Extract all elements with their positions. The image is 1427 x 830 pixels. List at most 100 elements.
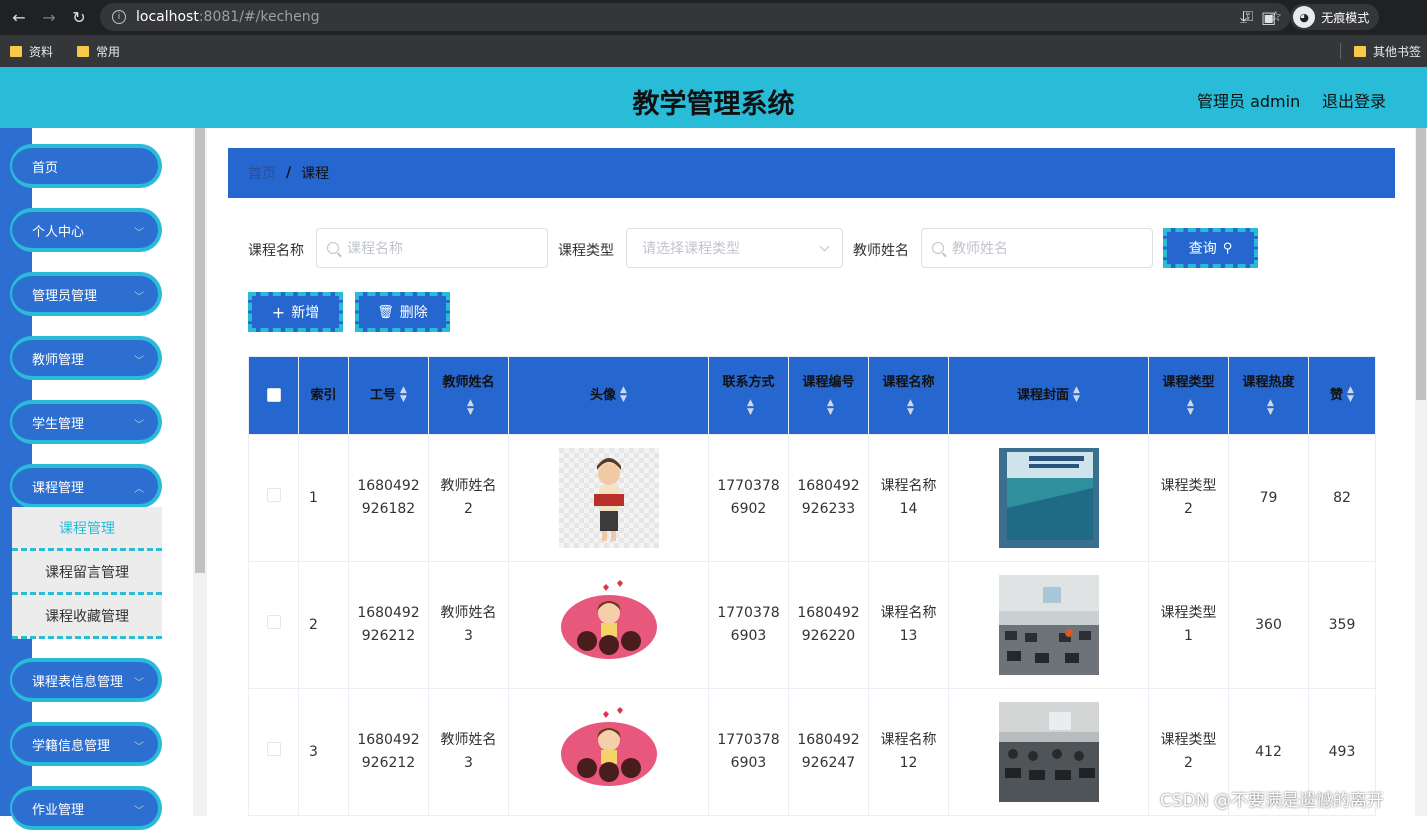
chevron-down-icon: ﹀: [134, 292, 144, 303]
sidebar-item-teachers[interactable]: 教师管理 ﹀: [10, 336, 162, 380]
sidebar-item-admins[interactable]: 管理员管理 ﹀: [10, 272, 162, 316]
query-button[interactable]: 查询 ⚲: [1163, 228, 1258, 268]
sidebar-item-schedule[interactable]: 课程表信息管理 ﹀: [10, 658, 162, 702]
url-path: :8081/#/kecheng: [198, 9, 320, 25]
incognito-icon: ◕: [1293, 6, 1316, 28]
sort-icon[interactable]: ▲ ▼: [1267, 399, 1274, 417]
sort-icon[interactable]: ▲ ▼: [400, 386, 407, 404]
add-button[interactable]: + 新增: [248, 292, 343, 332]
breadcrumb: 首页 / 课程: [228, 148, 1395, 198]
other-bookmarks[interactable]: 其他书签: [1353, 43, 1421, 60]
row-checkbox[interactable]: [266, 487, 281, 502]
submenu-course-manage[interactable]: 课程管理: [12, 507, 162, 551]
column-popularity[interactable]: 课程热度 ▲ ▼: [1228, 356, 1309, 435]
scroll-thumb[interactable]: [1416, 128, 1426, 400]
incognito-label: 无痕模式: [1321, 10, 1370, 25]
sort-icon[interactable]: ▲ ▼: [827, 399, 834, 417]
teacher-name-input[interactable]: 教师姓名: [921, 228, 1153, 268]
bookmark-folder[interactable]: 资料: [10, 43, 53, 60]
sort-icon[interactable]: ▲ ▼: [747, 399, 754, 417]
url-host: localhost: [136, 9, 199, 25]
column-likes[interactable]: 赞 ▲ ▼: [1308, 356, 1376, 435]
column-course-name[interactable]: 课程名称 ▲ ▼: [868, 356, 949, 435]
breadcrumb-home[interactable]: 首页: [248, 163, 276, 183]
sidebar-scrollbar[interactable]: [193, 128, 207, 816]
teacher-with-students-avatar[interactable]: [558, 702, 659, 802]
cell-avatar: [508, 561, 709, 689]
download-icon[interactable]: ⤓: [1240, 7, 1247, 27]
address-bar[interactable]: i localhost:8081/#/kecheng ⚿ ☆: [100, 3, 1290, 31]
reload-icon[interactable]: ↻: [68, 7, 90, 29]
submenu-course-favorites[interactable]: 课程收藏管理: [12, 595, 162, 639]
chevron-down-icon: ﹀: [134, 742, 144, 753]
incognito-badge[interactable]: ◕ 无痕模式: [1290, 4, 1380, 30]
chevron-down-icon: ﹀: [134, 678, 144, 689]
select-all-checkbox[interactable]: [266, 388, 281, 402]
row-checkbox[interactable]: [266, 614, 281, 629]
column-contact[interactable]: 联系方式 ▲ ▼: [708, 356, 789, 435]
course-table: 索引 工号 ▲ ▼ 教师姓名 ▲ ▼ 头像 ▲ ▼ 联系方式 ▲ ▼ 课程编号 ▲ ▼ 课程名称 ▲ ▼…: [248, 356, 1376, 816]
column-teacher-name[interactable]: 教师姓名 ▲ ▼: [428, 356, 509, 435]
chevron-down-icon: ﹀: [134, 356, 144, 367]
sidebar-item-profile[interactable]: 个人中心 ﹀: [10, 208, 162, 252]
sidebar-item-enrollment[interactable]: 学籍信息管理 ﹀: [10, 722, 162, 766]
column-job-no[interactable]: 工号 ▲ ▼: [348, 356, 429, 435]
column-avatar[interactable]: 头像 ▲ ▼: [508, 356, 709, 435]
sort-icon[interactable]: ▲ ▼: [1187, 399, 1194, 417]
folder-icon: [77, 45, 90, 57]
browser-toolbar: ← → ↻ i localhost:8081/#/kecheng ⚿ ☆ ⤓ ▣…: [0, 0, 1427, 35]
cell-index: 3: [298, 688, 349, 816]
select-all-header[interactable]: [248, 356, 299, 435]
table-row[interactable]: 1 1680492 926182 教师姓名 2 1770378 6902 168049…: [248, 434, 1376, 562]
computer-classroom-photo[interactable]: [998, 702, 1099, 802]
course-type-label: 课程类型: [558, 243, 614, 259]
folder-icon: [1353, 45, 1366, 57]
watermark: CSDN @不要满是遗憾的离开: [1160, 791, 1384, 811]
site-info-icon[interactable]: i: [112, 10, 126, 24]
cell-cover: [948, 434, 1149, 562]
back-icon[interactable]: ←: [8, 7, 30, 29]
sidebar-item-home[interactable]: 首页: [10, 144, 162, 188]
cell-contact: 1770378 6902: [708, 434, 789, 562]
sidepanel-icon[interactable]: ▣: [1261, 8, 1276, 27]
bookmarks-bar: 资料 常用 其他书签: [0, 35, 1427, 67]
page-scrollbar[interactable]: [1415, 128, 1427, 816]
course-type-select[interactable]: 请选择课程类型: [626, 228, 843, 268]
cell-contact: 1770378 6903: [708, 688, 789, 816]
sort-icon[interactable]: ▲ ▼: [907, 399, 914, 417]
teacher-with-students-avatar[interactable]: [558, 575, 659, 675]
chevron-down-icon: [819, 241, 830, 252]
column-course-no[interactable]: 课程编号 ▲ ▼: [788, 356, 869, 435]
forward-icon[interactable]: →: [38, 7, 60, 29]
column-cover[interactable]: 课程封面 ▲ ▼: [948, 356, 1149, 435]
cell-course-type: 课程类型 1: [1148, 561, 1229, 689]
row-checkbox[interactable]: [266, 741, 281, 756]
sidebar-item-students[interactable]: 学生管理 ﹀: [10, 400, 162, 444]
cell-course-no: 1680492 926220: [788, 561, 869, 689]
book-cover[interactable]: [998, 448, 1099, 548]
chevron-up-icon: ︿: [134, 484, 144, 495]
cell-job-no: 1680492 926182: [348, 434, 429, 562]
scroll-thumb[interactable]: [195, 128, 205, 573]
teacher-reading-avatar[interactable]: [558, 448, 659, 548]
delete-button[interactable]: 🗑 删除: [355, 292, 450, 332]
breadcrumb-separator: /: [286, 165, 292, 181]
sort-icon[interactable]: ▲ ▼: [1347, 386, 1354, 404]
submenu-course-comments[interactable]: 课程留言管理: [12, 551, 162, 595]
logout-link[interactable]: 退出登录: [1322, 88, 1386, 112]
column-course-type[interactable]: 课程类型 ▲ ▼: [1148, 356, 1229, 435]
search-icon: [327, 242, 339, 254]
cell-course-name: 课程名称 14: [868, 434, 949, 562]
table-row[interactable]: 2 1680492 926212 教师姓名 3 1770378 6903 168049…: [248, 561, 1376, 689]
teacher-name-label: 教师姓名: [853, 243, 909, 259]
bookmark-folder[interactable]: 常用: [77, 43, 120, 60]
sort-icon[interactable]: ▲ ▼: [467, 399, 474, 417]
sidebar-item-homework[interactable]: 作业管理 ﹀: [10, 786, 162, 830]
sort-icon[interactable]: ▲ ▼: [620, 386, 627, 404]
cell-course-no: 1680492 926233: [788, 434, 869, 562]
cell-job-no: 1680492 926212: [348, 561, 429, 689]
sidebar-item-courses[interactable]: 课程管理 ︿: [10, 464, 162, 508]
course-name-input[interactable]: 课程名称: [316, 228, 548, 268]
computer-classroom-photo[interactable]: [998, 575, 1099, 675]
sort-icon[interactable]: ▲ ▼: [1073, 386, 1080, 404]
